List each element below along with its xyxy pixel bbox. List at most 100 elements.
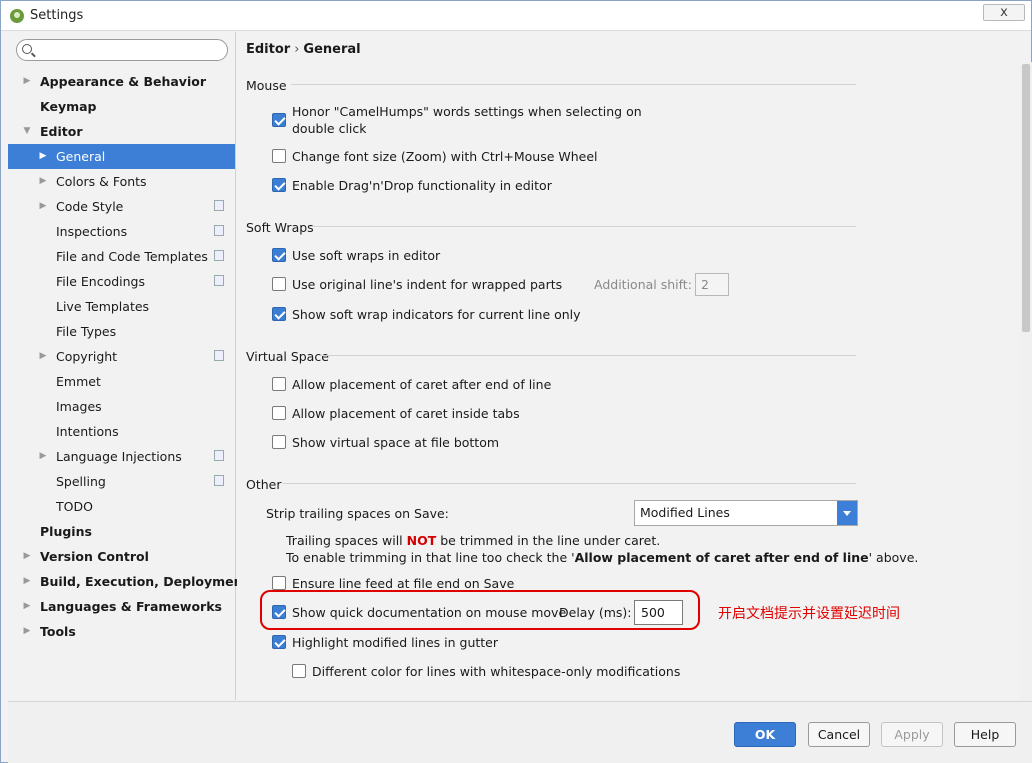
caret-after-end-checkbox[interactable] [272,377,286,391]
sidebar-item-images[interactable]: Images [8,394,235,419]
settings-content: Editor › General Mouse Honor "CamelHumps" … [237,32,1032,730]
soft-wraps-label: Use soft wraps in editor [292,248,441,263]
additional-shift-input[interactable]: 2 [695,273,729,296]
font-zoom-checkbox[interactable] [272,149,286,163]
whitespace-color-checkbox[interactable] [292,664,306,678]
sidebar-item-version-control[interactable]: ▶ Version Control [8,544,235,569]
annotation-text: 开启文档提示并设置延迟时间 [718,606,900,622]
sidebar-item-intentions[interactable]: Intentions [8,419,235,444]
window-title: Settings [30,8,84,23]
sidebar-item-file-code-templates[interactable]: File and Code Templates [8,244,235,269]
dialog-footer: OK Cancel Apply Help [8,701,1032,763]
expand-arrow-icon[interactable]: ▶ [37,444,49,469]
title-bar: Settings x [1,1,1031,31]
camelhumps-label-line2: double click [292,121,367,136]
trailing-note-1: Trailing spaces will NOT be trimmed in t… [286,533,661,548]
font-zoom-label: Change font size (Zoom) with Ctrl+Mouse … [292,149,598,164]
caret-inside-tabs-checkbox[interactable] [272,406,286,420]
sidebar-item-general[interactable]: ▶ General [8,144,235,169]
breadcrumb-separator: › [294,42,300,57]
expand-arrow-icon[interactable]: ▶ [21,619,33,644]
sidebar-item-colors-fonts[interactable]: ▶ Colors & Fonts [8,169,235,194]
android-studio-icon [10,9,24,23]
caret-after-end-label: Allow placement of caret after end of li… [292,377,552,392]
sidebar-item-appearance-behavior[interactable]: ▶ Appearance & Behavior [8,69,235,94]
caret-inside-tabs-label: Allow placement of caret inside tabs [292,406,520,421]
sidebar-item-editor[interactable]: ▼ Editor [8,119,235,144]
close-button[interactable]: x [983,4,1025,21]
whitespace-color-label: Different color for lines with whitespac… [312,664,681,679]
expand-arrow-icon[interactable]: ▶ [37,194,49,219]
sidebar-item-spelling[interactable]: Spelling [8,469,235,494]
section-divider [310,226,856,227]
apply-button[interactable]: Apply [881,722,943,747]
expand-arrow-icon[interactable]: ▶ [21,569,33,594]
ensure-line-feed-checkbox[interactable] [272,576,286,590]
sidebar-item-todo[interactable]: TODO [8,494,235,519]
strip-trailing-label: Strip trailing spaces on Save: [266,506,449,521]
search-box[interactable] [16,39,228,61]
strip-trailing-value: Modified Lines [640,505,730,520]
chevron-down-icon[interactable] [837,501,857,525]
expand-arrow-icon[interactable]: ▶ [37,169,49,194]
project-settings-icon [214,475,224,486]
project-settings-icon [214,200,224,211]
expand-arrow-icon[interactable]: ▶ [21,544,33,569]
project-settings-icon [214,275,224,286]
sidebar-item-emmet[interactable]: Emmet [8,369,235,394]
sidebar-item-code-style[interactable]: ▶ Code Style [8,194,235,219]
original-indent-checkbox[interactable] [272,277,286,291]
cancel-button[interactable]: Cancel [808,722,870,747]
drag-drop-label: Enable Drag'n'Drop functionality in edit… [292,178,552,193]
soft-wraps-checkbox[interactable] [272,248,286,262]
project-settings-icon [214,350,224,361]
highlight-modified-checkbox[interactable] [272,635,286,649]
section-title-other: Other [246,477,282,492]
project-settings-icon [214,450,224,461]
ok-button[interactable]: OK [734,722,796,747]
sidebar-item-build-execution-deployment[interactable]: ▶ Build, Execution, Deployment [8,569,249,594]
section-divider [319,355,856,356]
virtual-space-bottom-label: Show virtual space at file bottom [292,435,500,450]
camelhumps-checkbox[interactable] [272,113,286,127]
sidebar-item-file-encodings[interactable]: File Encodings [8,269,235,294]
soft-wrap-indicators-label: Show soft wrap indicators for current li… [292,307,581,322]
collapse-arrow-icon[interactable]: ▼ [21,119,33,144]
trailing-note-2: To enable trimming in that line too chec… [286,550,919,565]
breadcrumb-current: General [303,42,361,57]
sidebar-item-languages-frameworks[interactable]: ▶ Languages & Frameworks [8,594,235,619]
vertical-scrollbar[interactable] [1020,62,1032,730]
section-divider [283,483,856,484]
section-title-soft-wraps: Soft Wraps [246,220,314,235]
sidebar-item-plugins[interactable]: Plugins [8,519,235,544]
settings-window: Settings x ▶ Appearance & Behavior Keyma… [0,0,1032,763]
search-icon [22,44,32,54]
project-settings-icon [214,250,224,261]
sidebar-item-keymap[interactable]: Keymap [8,94,235,119]
camelhumps-label-line1: Honor "CamelHumps" words settings when s… [292,104,642,119]
search-input[interactable] [39,42,219,58]
sidebar-item-file-types[interactable]: File Types [8,319,235,344]
section-divider [291,84,856,85]
sidebar-item-copyright[interactable]: ▶ Copyright [8,344,235,369]
original-indent-label: Use original line's indent for wrapped p… [292,277,563,292]
sidebar-item-live-templates[interactable]: Live Templates [8,294,235,319]
help-button[interactable]: Help [954,722,1016,747]
section-title-virtual-space: Virtual Space [246,349,329,364]
strip-trailing-dropdown[interactable]: Modified Lines [634,500,858,526]
virtual-space-bottom-checkbox[interactable] [272,435,286,449]
project-settings-icon [214,225,224,236]
highlight-modified-label: Highlight modified lines in gutter [292,635,499,650]
scrollbar-thumb[interactable] [1022,64,1030,332]
expand-arrow-icon[interactable]: ▶ [37,144,49,169]
expand-arrow-icon[interactable]: ▶ [37,344,49,369]
settings-sidebar: ▶ Appearance & Behavior Keymap ▼ Editor … [8,32,249,700]
drag-drop-checkbox[interactable] [272,178,286,192]
sidebar-item-tools[interactable]: ▶ Tools [8,619,235,644]
breadcrumb-parent: Editor [246,42,291,57]
sidebar-item-inspections[interactable]: Inspections [8,219,235,244]
expand-arrow-icon[interactable]: ▶ [21,594,33,619]
sidebar-item-language-injections[interactable]: ▶ Language Injections [8,444,235,469]
soft-wrap-indicators-checkbox[interactable] [272,307,286,321]
expand-arrow-icon[interactable]: ▶ [21,69,33,94]
